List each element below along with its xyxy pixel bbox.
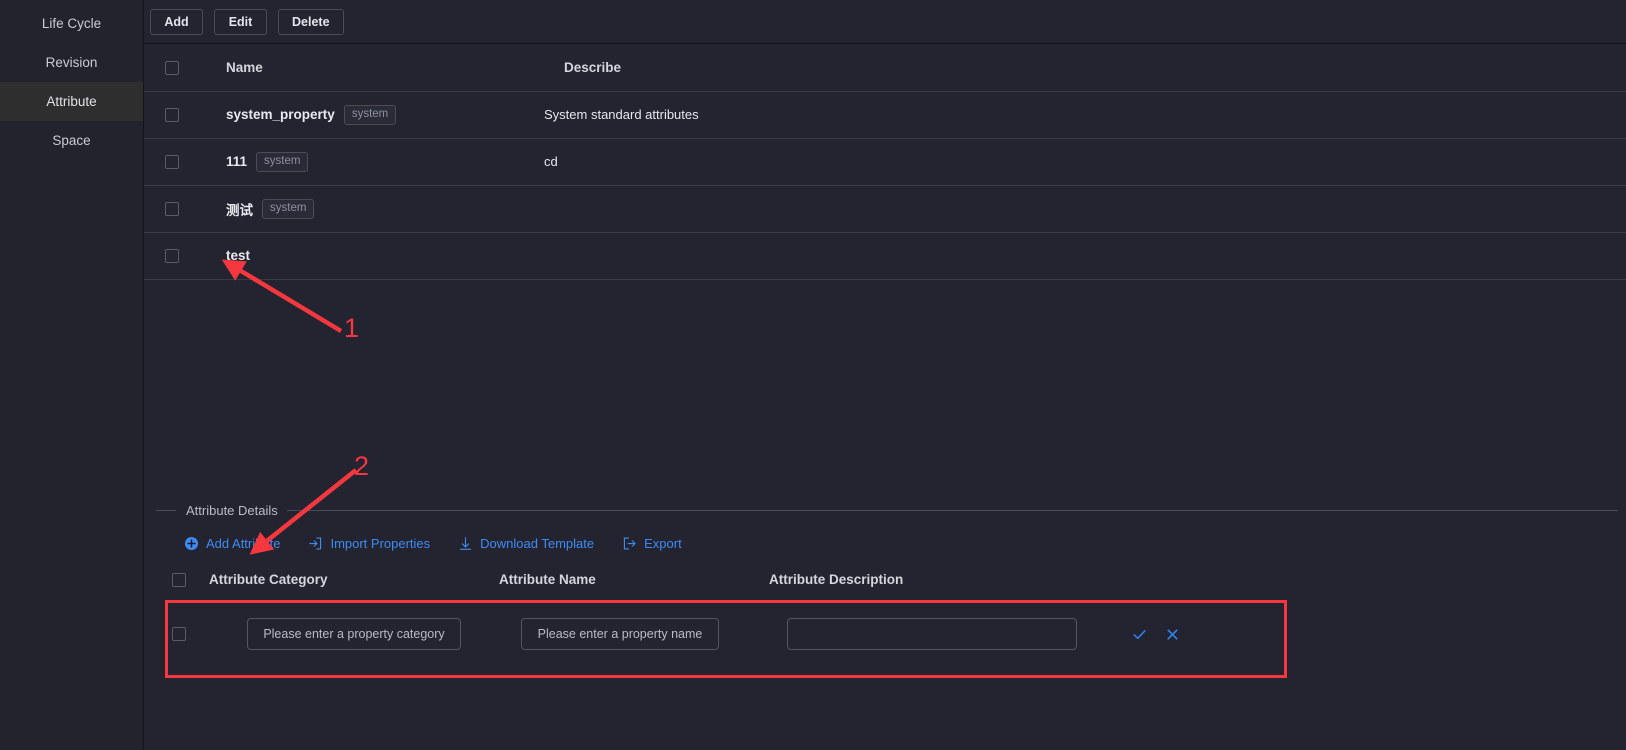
close-icon[interactable] [1164, 626, 1181, 643]
add-attribute-link[interactable]: Add Attribute [184, 536, 280, 551]
table-row[interactable]: test [144, 232, 1626, 280]
row-describe [544, 232, 1626, 280]
sidebar: Life Cycle Revision Attribute Space [0, 0, 144, 750]
row-tag: system [343, 104, 397, 125]
row-tag: system [262, 198, 315, 219]
details-row-checkbox[interactable] [172, 626, 186, 641]
row-name: 111 [226, 154, 248, 169]
row-name-cell: 111 system [206, 138, 544, 186]
sidebar-item-revision[interactable]: Revision [0, 43, 143, 82]
edit-button[interactable]: Edit [214, 8, 267, 35]
plus-circle-icon [184, 536, 199, 551]
export-icon [622, 536, 637, 551]
row-name: 测试 [226, 202, 253, 218]
main-content: Add Edit Delete Name Describe system_pro… [144, 0, 1626, 750]
legend-dash [156, 509, 176, 511]
action-toolbar: Add Edit Delete [144, 0, 1626, 44]
sidebar-item-space[interactable]: Space [0, 121, 143, 160]
row-select-cell [144, 138, 206, 186]
attribute-description-input[interactable] [787, 618, 1077, 650]
select-all-cell [144, 44, 206, 92]
delete-button[interactable]: Delete [278, 8, 344, 35]
check-icon[interactable] [1131, 626, 1148, 643]
attribute-details-table: Attribute Category Attribute Name Attrib… [154, 560, 1618, 670]
details-description-cell [769, 598, 1109, 670]
row-checkbox[interactable] [165, 249, 179, 264]
export-label: Export [644, 536, 682, 551]
table-row[interactable]: system_property system System standard a… [144, 91, 1626, 139]
details-column-description: Attribute Description [769, 571, 904, 587]
details-header-row: Attribute Category Attribute Name Attrib… [154, 560, 1618, 598]
table-row[interactable]: 111 system cd [144, 138, 1626, 186]
row-checkbox[interactable] [165, 155, 179, 170]
details-name-cell [499, 598, 769, 670]
row-tag: system [256, 151, 309, 172]
sidebar-item-attribute[interactable]: Attribute [0, 82, 143, 121]
export-link[interactable]: Export [622, 536, 682, 551]
legend-line [286, 509, 1618, 511]
add-attribute-label: Add Attribute [206, 536, 281, 551]
details-select-all-cell [154, 560, 209, 598]
sidebar-item-life-cycle[interactable]: Life Cycle [0, 4, 143, 43]
import-properties-link[interactable]: Import Properties [308, 536, 430, 551]
row-checkbox[interactable] [165, 202, 179, 217]
row-name: test [226, 248, 251, 263]
download-template-link[interactable]: Download Template [458, 536, 594, 551]
download-icon [458, 536, 473, 551]
attribute-details-table-wrap: Attribute Category Attribute Name Attrib… [154, 560, 1618, 670]
table-header-row: Name Describe [144, 44, 1626, 92]
attribute-details-legend: Attribute Details [156, 500, 1618, 520]
row-name: system_property [226, 107, 335, 122]
attributes-table: Name Describe system_property system Sys… [144, 44, 1626, 280]
details-editing-row [154, 598, 1618, 670]
sidebar-item-label: Life Cycle [41, 16, 102, 31]
details-select-all-checkbox[interactable] [172, 572, 186, 587]
table-row[interactable]: 测试 system [144, 185, 1626, 233]
select-all-checkbox[interactable] [165, 60, 179, 75]
row-name-cell: 测试 system [206, 185, 544, 233]
sidebar-item-label: Space [52, 133, 91, 148]
import-icon [308, 536, 323, 551]
import-properties-label: Import Properties [330, 536, 431, 551]
attribute-details-actions: Add Attribute Import Properties Download… [156, 520, 1618, 551]
row-select-cell [144, 91, 206, 139]
row-describe: cd [544, 138, 1626, 186]
details-column-category: Attribute Category [209, 571, 328, 587]
row-checkbox[interactable] [165, 108, 179, 123]
attribute-name-input[interactable] [521, 618, 719, 650]
sidebar-item-label: Revision [45, 55, 98, 70]
column-header-describe[interactable]: Describe [544, 44, 1626, 92]
sidebar-item-label: Attribute [46, 94, 97, 109]
download-template-label: Download Template [480, 536, 595, 551]
row-describe: System standard attributes [544, 91, 1626, 139]
details-actions-cell [1109, 598, 1618, 670]
attribute-details-title: Attribute Details [186, 502, 278, 518]
row-name-cell: test [206, 232, 544, 280]
attribute-category-input[interactable] [247, 618, 461, 650]
row-select-cell [144, 232, 206, 280]
row-describe [544, 185, 1626, 233]
add-button[interactable]: Add [150, 8, 203, 35]
attribute-details-panel: Attribute Details Add Attribute Import P… [156, 500, 1618, 551]
details-column-name: Attribute Name [499, 571, 596, 587]
details-row-select-cell [154, 598, 209, 670]
row-select-cell [144, 185, 206, 233]
details-column-actions [1109, 560, 1618, 598]
app-root: Life Cycle Revision Attribute Space Add … [0, 0, 1626, 750]
row-name-cell: system_property system [206, 91, 544, 139]
column-header-name[interactable]: Name [206, 44, 544, 92]
details-category-cell [209, 598, 499, 670]
